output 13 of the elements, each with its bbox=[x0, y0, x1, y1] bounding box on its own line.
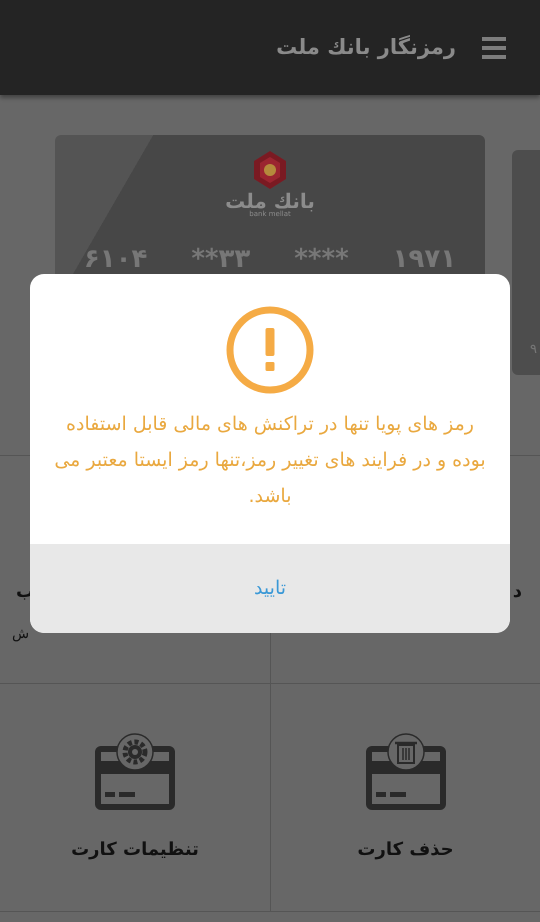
bank-name: بانك ملت bbox=[225, 191, 315, 211]
app-title: رمزنگار بانك ملت bbox=[276, 34, 456, 62]
action-label: د bbox=[512, 580, 522, 604]
alert-message: رمز های پویا تنها در تراکنش های مالی قابل استفاده بوده و در فرایند های تغییر رمز،تنها رمز ایستا معتبر می باشد. bbox=[53, 412, 487, 509]
card-trash-icon bbox=[364, 732, 448, 812]
action-detail: ش bbox=[12, 625, 30, 644]
warning-icon bbox=[226, 306, 314, 394]
action-tile[interactable]: تنظیمات کارت bbox=[0, 684, 270, 912]
confirm-button[interactable]: تایید bbox=[30, 544, 510, 633]
card-number-group: **** bbox=[294, 240, 349, 279]
action-tile[interactable]: حذف کارت bbox=[270, 684, 540, 912]
menu-icon[interactable] bbox=[482, 36, 506, 58]
card-gear-icon bbox=[93, 732, 177, 812]
